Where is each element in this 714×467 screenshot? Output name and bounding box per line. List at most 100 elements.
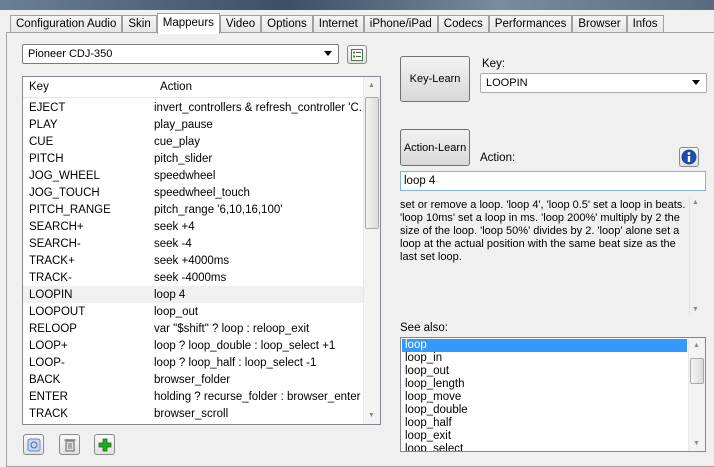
scroll-up-icon[interactable]: ▲	[693, 342, 700, 349]
table-row[interactable]: TRACK+ seek +4000ms	[23, 252, 363, 269]
list-view-button[interactable]	[347, 45, 367, 64]
row-key: SEARCH-	[29, 237, 81, 250]
tab-mappeurs[interactable]: Mappeurs	[156, 13, 220, 34]
row-action: browser_folder	[154, 373, 231, 386]
row-action: seek +4	[154, 220, 195, 233]
scroll-down-icon[interactable]: ▼	[693, 440, 700, 447]
table-scrollbar[interactable]: ▲ ▼	[363, 77, 380, 424]
row-key: EJECT	[29, 101, 66, 114]
scrollbar-thumb[interactable]	[690, 358, 704, 384]
see-also-item[interactable]: loop_length	[402, 378, 687, 391]
column-header-action[interactable]: Action	[154, 77, 198, 97]
row-key: LOOP+	[29, 339, 68, 352]
mappeurs-panel: Pioneer CDJ-350 Key Action EJECT invert_c…	[6, 32, 714, 467]
row-key: PITCH_RANGE	[29, 203, 111, 216]
key-learn-button[interactable]: Key-Learn	[400, 56, 470, 102]
row-action: loop_out	[154, 305, 199, 318]
table-row[interactable]: LOOPIN loop 4	[23, 286, 363, 303]
row-key: JOG_TOUCH	[29, 186, 100, 199]
row-action: seek -4000ms	[154, 271, 227, 284]
see-also-item[interactable]: loop_move	[402, 391, 687, 404]
table-row[interactable]: LOOPOUT loop_out	[23, 303, 363, 320]
row-key: SEARCH+	[29, 220, 84, 233]
table-row[interactable]: TRACK browser_scroll	[23, 405, 363, 422]
table-row[interactable]: SEARCH+ seek +4	[23, 218, 363, 235]
table-row[interactable]: ENTER holding ? recurse_folder : browser_…	[23, 388, 363, 405]
row-key: PITCH	[29, 152, 64, 165]
see-also-item[interactable]: loop_out	[402, 365, 687, 378]
see-also-list: loop loop_in loop_out loop_length loop_move l…	[400, 337, 706, 452]
row-action: var "$shift" ? loop : reloop_exit	[154, 322, 310, 335]
action-input[interactable]	[400, 171, 706, 191]
scroll-down-icon[interactable]: ▼	[368, 412, 375, 419]
row-action: pitch_slider	[154, 152, 213, 165]
row-key: LOOPIN	[29, 288, 73, 301]
scroll-up-icon[interactable]: ▲	[368, 82, 375, 89]
row-key: LOOP-	[29, 356, 65, 369]
see-also-label: See also:	[400, 322, 448, 334]
table-row[interactable]: JOG_TOUCH speedwheel_touch	[23, 184, 363, 201]
row-action: loop ? loop_half : loop_select -1	[154, 356, 317, 369]
see-also-item[interactable]: loop_select	[402, 443, 687, 451]
see-also-item[interactable]: loop_double	[402, 404, 687, 417]
action-description: set or remove a loop. 'loop 4', 'loop 0.…	[400, 197, 701, 315]
row-action: loop 4	[154, 288, 186, 301]
table-row[interactable]: JOG_WHEEL speedwheel	[23, 167, 363, 184]
import-button[interactable]	[23, 434, 44, 455]
table-row[interactable]: SEARCH-seek -4	[23, 235, 363, 252]
info-button[interactable]	[679, 147, 699, 167]
row-action: loop ? loop_double : loop_select +1	[154, 339, 336, 352]
see-also-scrollbar[interactable]: ▲ ▼	[688, 338, 705, 451]
key-select-value: LOOPIN	[486, 77, 528, 89]
table-row[interactable]: PLAY play_pause	[23, 116, 363, 133]
mapper-select[interactable]: Pioneer CDJ-350	[22, 44, 339, 64]
description-scrollbar[interactable]: ▲ ▼	[689, 197, 701, 315]
row-action: holding ? recurse_folder : browser_enter	[154, 390, 361, 403]
scrollbar-thumb[interactable]	[365, 97, 379, 229]
scroll-up-icon[interactable]: ▲	[692, 199, 699, 206]
see-also-item[interactable]: loop	[402, 339, 687, 352]
table-row[interactable]: PITCH pitch_slider	[23, 150, 363, 167]
table-row[interactable]: RELOOP var "$shift" ? loop : reloop_exit	[23, 320, 363, 337]
row-key: LOOPOUT	[29, 305, 86, 318]
row-action: seek +4000ms	[154, 254, 230, 267]
delete-button[interactable]	[59, 434, 80, 455]
key-label: Key:	[482, 58, 506, 70]
table-row[interactable]: LOOP+ loop ? loop_double : loop_select +1	[23, 337, 363, 354]
action-learn-button[interactable]: Action-Learn	[400, 129, 470, 166]
scroll-down-icon[interactable]: ▼	[692, 306, 699, 313]
row-key: PLAY	[29, 118, 58, 131]
table-row[interactable]: TRACK-seek -4000ms	[23, 269, 363, 286]
column-header-key[interactable]: Key	[23, 77, 154, 97]
table-row[interactable]: BACK browser_folder	[23, 371, 363, 388]
row-action: pitch_range '6,10,16,100'	[154, 203, 283, 216]
see-also-item[interactable]: loop_exit	[402, 430, 687, 443]
mapping-table: Key Action EJECT invert_controllers & ref…	[22, 76, 381, 425]
add-button[interactable]	[94, 434, 115, 455]
row-key: ENTER	[29, 390, 68, 403]
row-key: JOG_WHEEL	[29, 169, 100, 182]
table-row[interactable]: CUE cue_play	[23, 133, 363, 150]
plus-icon	[98, 438, 111, 451]
mapper-select-value: Pioneer CDJ-350	[28, 48, 113, 60]
action-label: Action:	[480, 152, 516, 164]
row-key: TRACK+	[29, 254, 75, 267]
row-key: RELOOP	[29, 322, 77, 335]
table-row[interactable]: PITCH_RANGE pitch_range '6,10,16,100'	[23, 201, 363, 218]
row-key: TRACK	[29, 407, 68, 420]
key-select[interactable]: LOOPIN	[480, 73, 707, 93]
see-also-item[interactable]: loop_in	[402, 352, 687, 365]
action-learn-label: Action-Learn	[403, 141, 467, 154]
table-header: Key Action	[23, 77, 363, 98]
row-action: seek -4	[154, 237, 192, 250]
table-row[interactable]: EJECT invert_controllers & refresh_contro…	[23, 99, 363, 116]
row-action: play_pause	[154, 118, 213, 131]
chevron-down-icon	[692, 80, 700, 85]
row-action: browser_scroll	[154, 407, 229, 420]
see-also-item[interactable]: loop_half	[402, 417, 687, 430]
row-action: cue_play	[154, 135, 201, 148]
description-text: set or remove a loop. 'loop 4', 'loop 0.…	[400, 199, 686, 263]
key-learn-label: Key-Learn	[409, 73, 461, 85]
table-row[interactable]: LOOP-loop ? loop_half : loop_select -1	[23, 354, 363, 371]
import-icon	[27, 438, 40, 451]
